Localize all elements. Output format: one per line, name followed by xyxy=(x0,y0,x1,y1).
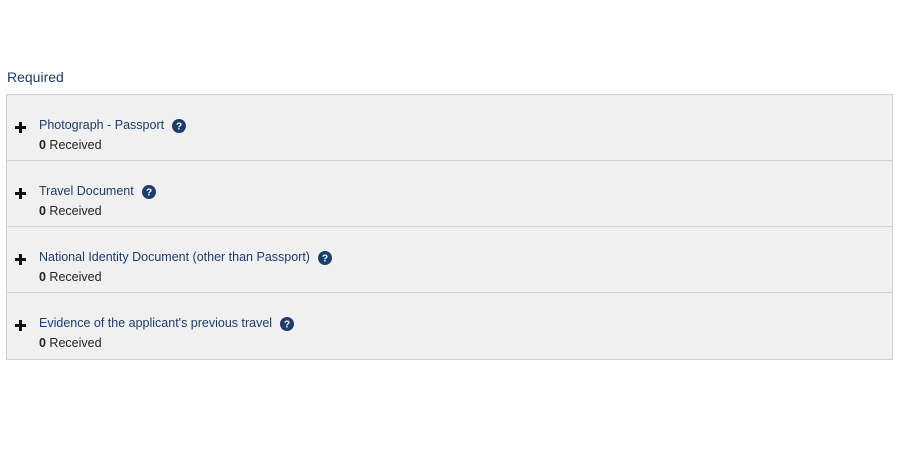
help-icon[interactable]: ? xyxy=(317,251,332,265)
received-count-label: Received xyxy=(45,138,102,152)
document-received-count: 0 Received xyxy=(39,138,102,152)
help-icon[interactable]: ? xyxy=(172,119,187,133)
document-item-photograph-passport[interactable]: Photograph - Passport ? 0 Received xyxy=(7,95,892,161)
plus-icon[interactable] xyxy=(15,254,26,265)
document-item-previous-travel[interactable]: Evidence of the applicant's previous tra… xyxy=(7,293,892,359)
received-count-label: Received xyxy=(45,204,102,218)
document-title[interactable]: Photograph - Passport xyxy=(39,118,164,132)
svg-text:?: ? xyxy=(322,254,328,265)
svg-text:?: ? xyxy=(284,320,290,331)
document-title[interactable]: Travel Document xyxy=(39,184,134,198)
document-received-count: 0 Received xyxy=(39,336,102,350)
svg-text:?: ? xyxy=(146,188,152,199)
received-count-label: Received xyxy=(45,270,102,284)
document-item-national-identity-document[interactable]: National Identity Document (other than P… xyxy=(7,227,892,293)
help-icon[interactable]: ? xyxy=(141,185,156,199)
document-title-row: National Identity Document (other than P… xyxy=(39,250,332,265)
received-count-number: 0 xyxy=(39,336,46,350)
document-title-row: Travel Document ? xyxy=(39,184,156,199)
document-title[interactable]: National Identity Document (other than P… xyxy=(39,250,310,264)
plus-icon[interactable] xyxy=(15,188,26,199)
section-title: Required xyxy=(7,69,64,85)
document-title-row: Evidence of the applicant's previous tra… xyxy=(39,316,295,331)
svg-text:?: ? xyxy=(176,122,182,133)
document-received-count: 0 Received xyxy=(39,204,102,218)
document-item-travel-document[interactable]: Travel Document ? 0 Received xyxy=(7,161,892,227)
received-count-number: 0 xyxy=(39,270,46,284)
document-title-row: Photograph - Passport ? xyxy=(39,118,187,133)
document-received-count: 0 Received xyxy=(39,270,102,284)
required-documents-list: Photograph - Passport ? 0 Received Trave… xyxy=(6,94,893,360)
received-count-number: 0 xyxy=(39,204,46,218)
received-count-label: Received xyxy=(45,336,102,350)
help-icon[interactable]: ? xyxy=(280,317,295,331)
received-count-number: 0 xyxy=(39,138,46,152)
document-title[interactable]: Evidence of the applicant's previous tra… xyxy=(39,316,272,330)
plus-icon[interactable] xyxy=(15,122,26,133)
plus-icon[interactable] xyxy=(15,320,26,331)
